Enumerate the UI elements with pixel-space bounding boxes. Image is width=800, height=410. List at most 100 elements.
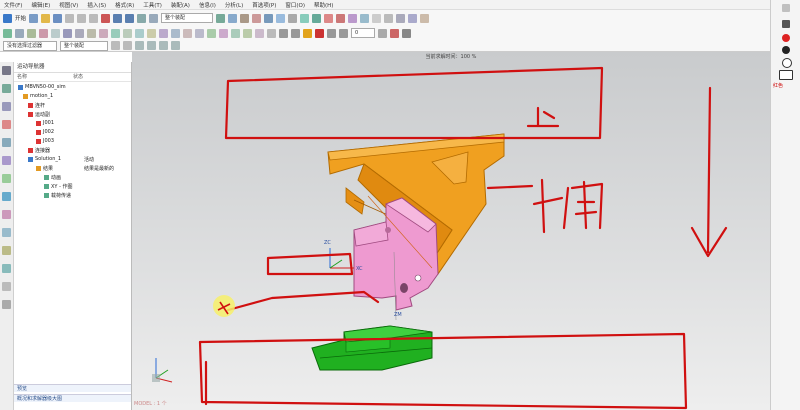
fit-icon[interactable] xyxy=(216,13,226,23)
snap-mid-icon[interactable] xyxy=(147,41,156,50)
expression-icon[interactable] xyxy=(219,28,228,38)
marker-icon[interactable] xyxy=(231,28,240,38)
mirror-icon[interactable] xyxy=(159,28,168,38)
new-icon[interactable] xyxy=(29,13,39,23)
offset-icon[interactable] xyxy=(183,28,192,38)
settings-icon[interactable] xyxy=(2,66,11,75)
solver-icon[interactable] xyxy=(348,13,358,23)
snap-end-icon[interactable] xyxy=(135,41,144,50)
start-icon[interactable] xyxy=(3,13,12,23)
hide-icon[interactable] xyxy=(408,13,418,23)
joint-icon[interactable] xyxy=(336,13,346,23)
hd3d-icon[interactable] xyxy=(2,174,11,183)
view-select[interactable]: 整个装配 xyxy=(161,13,214,23)
display-icon[interactable] xyxy=(396,13,406,23)
blend-icon[interactable] xyxy=(111,28,120,38)
tree-item[interactable]: 连杆 xyxy=(28,102,45,109)
measure-icon[interactable] xyxy=(372,13,382,23)
datum-icon[interactable] xyxy=(195,28,204,38)
motion-icon[interactable] xyxy=(312,13,322,23)
circle-icon[interactable] xyxy=(39,28,48,38)
sketch-icon[interactable] xyxy=(3,28,12,38)
export-icon[interactable] xyxy=(402,28,411,38)
csys-icon[interactable] xyxy=(207,28,216,38)
white-color-swatch[interactable] xyxy=(782,58,792,68)
step-back-icon[interactable] xyxy=(291,28,300,38)
black-color-swatch[interactable] xyxy=(782,46,790,54)
menu-file[interactable]: 文件(F) xyxy=(4,1,22,9)
step-field[interactable]: 0 xyxy=(351,28,375,38)
loop-icon[interactable] xyxy=(378,28,387,38)
graphics-viewport[interactable]: 当前求解时间：100 % ZC XC ZM MODEL: 1 个 xyxy=(132,52,770,410)
snap-icon[interactable] xyxy=(149,13,159,23)
tree-item[interactable]: 载荷传递 xyxy=(44,192,71,199)
tree-item[interactable]: Solution_1 xyxy=(28,156,61,162)
menu-assembly[interactable]: 装配(A) xyxy=(171,1,190,9)
rewind-icon[interactable] xyxy=(279,28,288,38)
cursor-icon[interactable] xyxy=(137,13,147,23)
tree-item[interactable]: 连接器 xyxy=(28,147,50,154)
line-icon[interactable] xyxy=(15,28,24,38)
copy-icon[interactable] xyxy=(77,13,87,23)
link-icon[interactable] xyxy=(324,13,334,23)
zoom-icon[interactable] xyxy=(228,13,238,23)
revolve-icon[interactable] xyxy=(75,28,84,38)
play-icon[interactable] xyxy=(303,28,312,38)
analysis-icon[interactable] xyxy=(360,13,370,23)
process-studio-icon[interactable] xyxy=(2,246,11,255)
stop-icon[interactable] xyxy=(315,28,324,38)
menu-view[interactable]: 视图(V) xyxy=(59,1,78,9)
start-button[interactable]: 开始 xyxy=(15,14,26,22)
shell-icon[interactable] xyxy=(135,28,144,38)
constraint-nav-icon[interactable] xyxy=(2,102,11,111)
contact-icon[interactable] xyxy=(267,28,276,38)
history-icon[interactable] xyxy=(2,210,11,219)
tree-item[interactable]: motion_1 xyxy=(23,93,53,99)
preview-section[interactable]: 预览 xyxy=(14,384,131,392)
step-forward-icon[interactable] xyxy=(327,28,336,38)
tree-item[interactable]: J002 xyxy=(36,129,54,135)
wireframe-icon[interactable] xyxy=(276,13,286,23)
web-browser-icon[interactable] xyxy=(2,192,11,201)
boss-icon[interactable] xyxy=(99,28,108,38)
brush-size-box[interactable] xyxy=(779,70,793,80)
solver-overview-section[interactable]: 概况和求解器级大图 xyxy=(14,394,131,402)
layer-icon[interactable] xyxy=(300,13,310,23)
roles-icon[interactable] xyxy=(2,264,11,273)
trim-icon[interactable] xyxy=(171,28,180,38)
extrude-icon[interactable] xyxy=(63,28,72,38)
tree-item[interactable]: MBVN50-00_sim xyxy=(18,84,66,90)
model-graphics[interactable]: ZC XC ZM 上 插 xyxy=(132,52,770,410)
snap-center-icon[interactable] xyxy=(159,41,168,50)
assembly-select[interactable]: 整个装配 xyxy=(60,40,108,51)
system-materials-icon[interactable] xyxy=(2,228,11,237)
deselect-icon[interactable] xyxy=(123,41,132,50)
tree-item[interactable]: XY - 作图 xyxy=(44,183,72,190)
tree-item[interactable]: 运动副 xyxy=(28,111,50,118)
paste-icon[interactable] xyxy=(89,13,99,23)
delete-icon[interactable] xyxy=(101,13,111,23)
column-name[interactable]: 名称 xyxy=(14,73,73,81)
settings-icon[interactable] xyxy=(420,13,430,23)
tree-item[interactable]: J001 xyxy=(36,120,54,126)
menu-window[interactable]: 窗口(O) xyxy=(285,1,305,9)
point-icon[interactable] xyxy=(51,28,60,38)
tree-item[interactable]: 动画 xyxy=(44,174,61,181)
record-icon[interactable] xyxy=(390,28,399,38)
menu-insert[interactable]: 插入(S) xyxy=(87,1,106,9)
redo-icon[interactable] xyxy=(125,13,135,23)
green-base-part[interactable] xyxy=(311,325,433,371)
snap-point-icon[interactable] xyxy=(171,41,180,50)
column-status[interactable]: 状态 xyxy=(73,73,83,81)
open-icon[interactable] xyxy=(41,13,51,23)
assembly-nav-icon[interactable] xyxy=(2,84,11,93)
menu-help[interactable]: 帮助(H) xyxy=(314,1,333,9)
red-color-swatch[interactable] xyxy=(782,34,790,42)
menu-analysis[interactable]: 分析(L) xyxy=(225,1,243,9)
spring-icon[interactable] xyxy=(243,28,252,38)
menu-tools[interactable]: 工具(T) xyxy=(143,1,162,9)
orient-icon[interactable] xyxy=(288,13,298,23)
hole-icon[interactable] xyxy=(87,28,96,38)
tree-item[interactable]: 结果 xyxy=(36,165,53,172)
cut-icon[interactable] xyxy=(65,13,75,23)
